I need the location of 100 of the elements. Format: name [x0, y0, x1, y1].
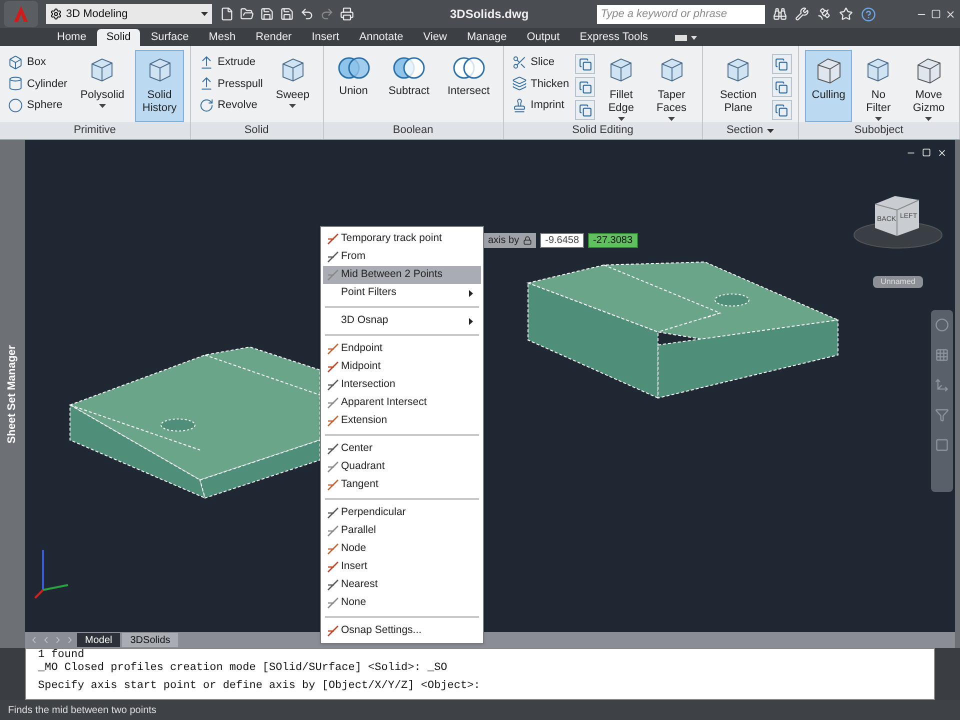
menu-item[interactable]: None	[323, 594, 481, 612]
ribbon-icon-button[interactable]	[772, 77, 792, 97]
ribbon-large-button[interactable]: Subtract	[382, 50, 436, 122]
command-history-line: 1 found	[38, 649, 84, 662]
tab-options-icon[interactable]	[675, 34, 698, 42]
panel-dropdown-icon	[767, 128, 774, 132]
star-icon[interactable]	[838, 7, 853, 21]
ribbon-icon-button[interactable]	[575, 100, 596, 120]
snap-marker-icon	[327, 461, 339, 473]
ribbon-large-button[interactable]: Intersect	[440, 50, 497, 122]
restore-icon[interactable]	[922, 148, 931, 157]
ribbon-tab[interactable]: Manage	[458, 29, 516, 46]
ribbon-large-button[interactable]: Section Plane	[708, 50, 768, 122]
caret-icon	[289, 104, 296, 108]
save-icon[interactable]	[260, 7, 274, 21]
menu-item[interactable]: From	[323, 248, 481, 266]
menu-item[interactable]: Tangent	[323, 476, 481, 494]
menu-item[interactable]: Mid Between 2 Points	[323, 266, 481, 284]
ribbon-large-button[interactable]: Culling	[804, 50, 852, 122]
submenu-item[interactable]: 3D Osnap	[323, 312, 481, 330]
ribbon-icon-button[interactable]	[575, 54, 596, 74]
ribbon-tab[interactable]: Annotate	[350, 29, 412, 46]
ribbon-tab[interactable]: Render	[246, 29, 301, 46]
coordinate-field[interactable]: -27.3083	[588, 233, 638, 248]
window-title: 3DSolids.dwg	[450, 6, 529, 23]
menu-item[interactable]: Insert	[323, 558, 481, 576]
submenu-item[interactable]: Point Filters	[323, 284, 481, 302]
workspace-dropdown[interactable]: 3D Modeling	[46, 4, 212, 24]
new-file-icon[interactable]	[220, 7, 234, 21]
menu-item[interactable]: Midpoint	[323, 358, 481, 376]
ribbon-small-button[interactable]: Revolve	[196, 97, 265, 114]
ribbon-tab[interactable]: Express Tools	[570, 29, 658, 46]
ribbon-small-button[interactable]: Sphere	[6, 97, 70, 114]
ribbon-small-button[interactable]: Slice	[510, 54, 572, 70]
snap-marker-icon	[327, 543, 339, 555]
wrench-icon[interactable]	[794, 7, 809, 21]
ribbon-large-button[interactable]: Fillet Edge	[599, 50, 644, 122]
ribbon-icon-button[interactable]	[575, 77, 596, 97]
panel-title: Boolean	[392, 123, 434, 138]
copy-icon	[775, 80, 788, 94]
redo-icon[interactable]	[320, 7, 334, 21]
palette-title[interactable]: Sheet Set Manager	[4, 344, 21, 444]
ribbon-large-button[interactable]: Taper Faces	[647, 50, 696, 122]
menu-item[interactable]: Extension	[323, 412, 481, 430]
panel-title: Section	[726, 123, 764, 138]
panel-title: Subobject	[854, 123, 904, 138]
ribbon-tab[interactable]: View	[414, 29, 456, 46]
satellite-icon[interactable]	[816, 7, 831, 21]
undo-icon[interactable]	[300, 7, 314, 21]
snap-marker-icon	[327, 379, 339, 391]
snap-marker-icon	[327, 479, 339, 491]
maximize-icon[interactable]	[931, 9, 941, 19]
ribbon-large-button[interactable]: Solid History	[135, 50, 184, 122]
ribbon-large-button[interactable]: Union	[330, 50, 378, 122]
snap-marker-icon	[327, 415, 339, 427]
ribbon-large-button[interactable]: Polysolid	[73, 50, 132, 122]
menu-item[interactable]: Parallel	[323, 522, 481, 540]
ribbon-tab[interactable]: Solid	[97, 29, 140, 46]
ribbon-large-button[interactable]: Move Gizmo	[904, 50, 953, 122]
layout-tab[interactable]: Model	[77, 633, 120, 647]
close-icon[interactable]	[945, 8, 956, 20]
ribbon-tab[interactable]: Home	[48, 29, 96, 46]
menu-item[interactable]: Apparent Intersect	[323, 394, 481, 412]
ribbon-tab[interactable]: Surface	[142, 29, 198, 46]
ribbon-large-button[interactable]: No Filter	[856, 50, 900, 122]
submenu-arrow-icon	[469, 318, 473, 324]
ribbon-small-button[interactable]: Presspull	[196, 76, 265, 92]
ribbon-small-button[interactable]: Cylinder	[6, 76, 70, 92]
ribbon-small-button[interactable]: Box	[6, 54, 70, 70]
close-icon[interactable]	[937, 148, 947, 158]
ribbon-icon-button[interactable]	[772, 54, 792, 74]
ribbon-tab[interactable]: Mesh	[200, 29, 245, 46]
snap-marker-icon	[327, 397, 339, 409]
layout-tab[interactable]: 3DSolids	[122, 633, 178, 647]
menu-item[interactable]: Endpoint	[323, 340, 481, 358]
ribbon-large-button[interactable]: Sweep	[268, 50, 316, 122]
ribbon-small-button[interactable]: Thicken	[510, 76, 572, 92]
menu-item[interactable]: Nearest	[323, 576, 481, 594]
menu-item[interactable]: Quadrant	[323, 458, 481, 476]
ribbon-small-button[interactable]: Imprint	[510, 97, 572, 114]
ribbon-tab[interactable]: Insert	[302, 29, 348, 46]
snap-marker-icon	[327, 625, 339, 637]
coordinate-field[interactable]: -9.6458	[540, 233, 584, 248]
copy-icon	[578, 80, 592, 94]
binoculars-icon[interactable]	[772, 7, 787, 21]
open-folder-icon[interactable]	[240, 7, 254, 21]
menu-item[interactable]: Osnap Settings...	[323, 622, 481, 640]
help-icon[interactable]	[860, 6, 876, 22]
menu-item[interactable]: Temporary track point	[323, 230, 481, 248]
menu-item[interactable]: Intersection	[323, 376, 481, 394]
menu-item[interactable]: Perpendicular	[323, 504, 481, 522]
print-icon[interactable]	[340, 7, 354, 21]
search-field[interactable]: Type a keyword or phrase	[596, 4, 765, 24]
ribbon-icon-button[interactable]	[772, 100, 792, 120]
ribbon-small-button[interactable]: Extrude	[196, 54, 265, 70]
command-prompt[interactable]: Specify axis start point or define axis by [Object/X/Y/Z] <Object>:	[38, 680, 480, 693]
menu-item[interactable]: Center	[323, 440, 481, 458]
ribbon-tab[interactable]: Output	[518, 29, 569, 46]
menu-item[interactable]: Node	[323, 540, 481, 558]
save-as-icon[interactable]	[280, 7, 294, 21]
